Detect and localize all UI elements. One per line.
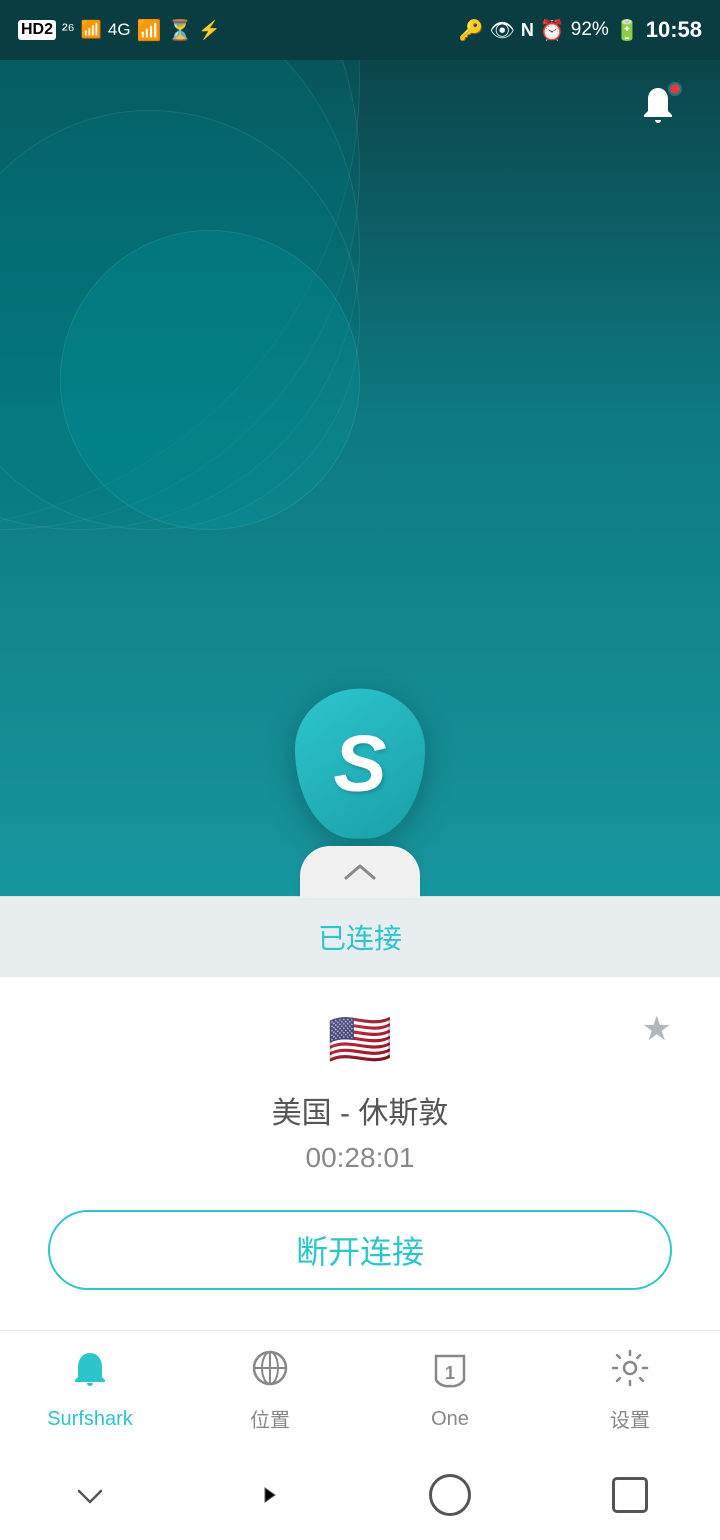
surfshark-nav-label: Surfshark: [47, 1408, 133, 1431]
collapse-tab[interactable]: [300, 846, 420, 898]
panel-arrow-area: [0, 846, 720, 898]
system-back-button[interactable]: [60, 1465, 120, 1525]
connected-bar: 已连接: [0, 896, 720, 977]
status-left-icons: HD2 ²⁶ 📶 4G 📶 ⏳ ⚡: [18, 18, 221, 43]
settings-nav-label: 设置: [610, 1404, 650, 1433]
country-flag: 🇺🇸: [328, 1009, 393, 1070]
connected-label: 已连接: [318, 923, 402, 954]
back-triangle-icon: [255, 1480, 285, 1510]
location-name: 美国 - 休斯敦: [48, 1088, 672, 1132]
disconnect-button[interactable]: 断开连接: [48, 1210, 672, 1290]
flag-row: 🇺🇸: [48, 1009, 672, 1070]
status-time: 10:58: [646, 17, 702, 43]
one-nav-icon: 1: [431, 1351, 469, 1400]
nav-item-settings[interactable]: 设置: [570, 1349, 690, 1433]
hourglass-icon: ⏳: [167, 18, 192, 43]
location-nav-label: 位置: [250, 1404, 290, 1433]
favorite-button[interactable]: ★: [642, 1009, 672, 1049]
signal-26-icon: ²⁶: [62, 20, 75, 40]
notification-bell[interactable]: [632, 80, 684, 132]
status-right-icons: 🔑 👁 N ⏰ 92% 🔋 10:58: [459, 17, 702, 43]
system-recents-button[interactable]: [600, 1465, 660, 1525]
signal-46-icon: 4G: [108, 20, 131, 40]
recents-square-icon: [612, 1477, 648, 1513]
chevron-up-icon: [342, 862, 378, 882]
logo-shield: S: [295, 689, 425, 839]
nav-item-surfshark[interactable]: Surfshark: [30, 1351, 150, 1431]
hd2-icon: HD2: [18, 20, 56, 40]
system-navigation: [0, 1450, 720, 1540]
logo-s-letter: S: [333, 724, 386, 804]
chevron-down-icon: [75, 1480, 105, 1510]
nav-item-location[interactable]: 位置: [210, 1349, 330, 1433]
connection-info-card: ★ 🇺🇸 美国 - 休斯敦 00:28:01 断开连接: [0, 977, 720, 1330]
surfshark-nav-icon: [72, 1351, 108, 1400]
signal-4g-icon: 📶: [81, 20, 102, 40]
eye-icon: 👁: [489, 18, 514, 43]
one-nav-label: One: [431, 1408, 469, 1431]
settings-nav-icon: [611, 1349, 649, 1396]
key-icon: 🔑: [459, 18, 484, 43]
notification-dot: [668, 82, 682, 96]
vpn-key-icon: ⚡: [198, 20, 220, 41]
alarm-icon: ⏰: [540, 18, 565, 43]
nfc-icon: N: [521, 20, 534, 41]
status-bar: HD2 ²⁶ 📶 4G 📶 ⏳ ⚡ 🔑 👁 N ⏰ 92% 🔋 10:58: [0, 0, 720, 60]
battery-icon: 🔋: [615, 18, 640, 43]
surfshark-logo[interactable]: S: [290, 684, 430, 844]
system-triangle-button[interactable]: [240, 1465, 300, 1525]
battery-percent: 92%: [571, 19, 609, 41]
nav-item-one[interactable]: 1 One: [390, 1351, 510, 1431]
connection-timer: 00:28:01: [48, 1142, 672, 1174]
location-nav-icon: [251, 1349, 289, 1396]
system-home-button[interactable]: [420, 1465, 480, 1525]
home-circle-icon: [429, 1474, 471, 1516]
bottom-panel: 已连接 ★ 🇺🇸 美国 - 休斯敦 00:28:01 断开连接 Surfshar…: [0, 846, 720, 1540]
bottom-navigation: Surfshark 位置 1 One: [0, 1330, 720, 1450]
wifi-icon: 📶: [137, 18, 162, 43]
svg-text:1: 1: [445, 1363, 455, 1383]
